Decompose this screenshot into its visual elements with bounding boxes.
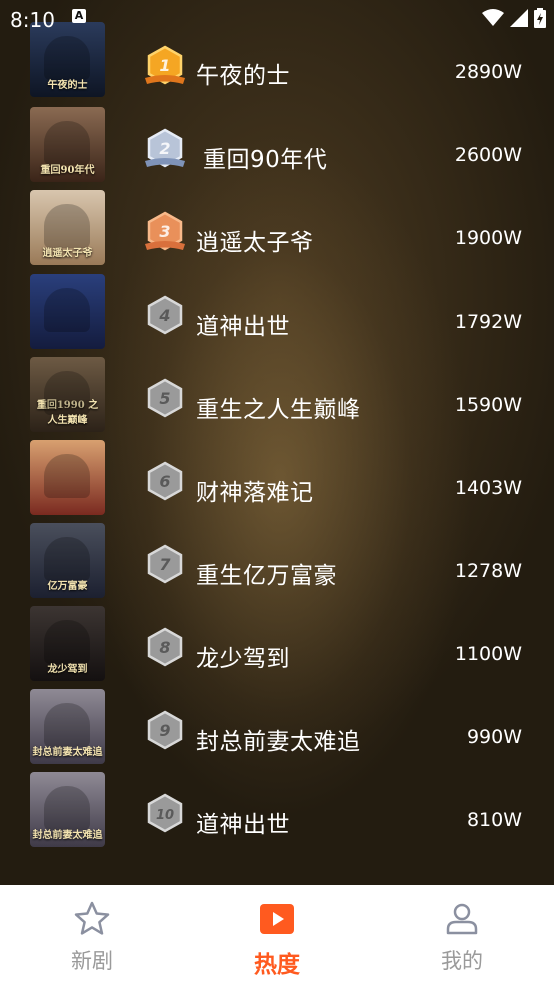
poster-figure: [44, 288, 90, 332]
drama-poster[interactable]: [30, 440, 105, 515]
rank-number: 5: [159, 389, 170, 408]
drama-title[interactable]: 封总前妻太难追: [196, 722, 361, 756]
user-icon: [446, 903, 478, 935]
drama-title[interactable]: 逍遥太子爷: [196, 223, 314, 257]
drama-poster[interactable]: 亿万富豪: [30, 523, 105, 598]
rank-number: 6: [159, 472, 170, 491]
poster-figure: [44, 537, 90, 581]
ranking-row[interactable]: 4 道神出世 1792W: [0, 274, 554, 363]
ranking-row[interactable]: 重回1990 之人生巅峰 5 重生之人生巅峰 1590W: [0, 357, 554, 446]
ranking-row[interactable]: 龙少驾到 8 龙少驾到 1100W: [0, 606, 554, 695]
ranking-row[interactable]: 6 财神落难记 1403W: [0, 440, 554, 529]
rank-badge-icon: 10: [147, 793, 183, 833]
tab-hot[interactable]: 热度: [185, 885, 369, 985]
tab-label-new: 新剧: [71, 949, 113, 973]
poster-figure: [44, 620, 90, 664]
drama-poster[interactable]: 重回1990 之人生巅峰: [30, 357, 105, 432]
drama-title[interactable]: 重回90年代: [203, 140, 327, 174]
poster-figure: [44, 371, 90, 415]
drama-title[interactable]: 重生之人生巅峰: [196, 390, 361, 424]
ranking-row[interactable]: 封总前妻太难追 10 道神出世 810W: [0, 772, 554, 861]
rank-number: 8: [159, 638, 170, 657]
ranking-row[interactable]: 重回90年代 2 重回90年代 2600W: [0, 107, 554, 196]
drama-title[interactable]: 道神出世: [196, 307, 290, 341]
rank-number: 9: [159, 721, 170, 740]
heat-value: 1278W: [454, 560, 522, 582]
status-bar: 8:10 A: [0, 0, 554, 40]
ranking-row[interactable]: 午夜的士 1 午夜的士 2890W: [0, 22, 554, 113]
drama-title[interactable]: 午夜的士: [196, 56, 290, 90]
heat-value: 2600W: [454, 144, 522, 166]
tab-label-hot: 热度: [254, 952, 300, 978]
tab-label-mine: 我的: [441, 949, 483, 973]
heat-value: 1792W: [454, 311, 522, 333]
drama-poster[interactable]: 逍遥太子爷: [30, 190, 105, 265]
status-icons: [482, 8, 546, 28]
rank-number: 7: [159, 555, 171, 574]
medal-badge-icon: 1: [145, 45, 185, 85]
battery-icon: [534, 8, 546, 28]
ranking-row[interactable]: 逍遥太子爷 3 逍遥太子爷 1900W: [0, 190, 554, 279]
heat-value: 1403W: [454, 477, 522, 499]
heat-value: 1100W: [454, 643, 522, 665]
drama-title[interactable]: 龙少驾到: [196, 639, 290, 673]
drama-poster[interactable]: 重回90年代: [30, 107, 105, 182]
poster-figure: [44, 454, 90, 498]
drama-title[interactable]: 道神出世: [196, 805, 290, 839]
play-icon: [260, 904, 294, 934]
heat-value: 1590W: [454, 394, 522, 416]
drama-poster[interactable]: 龙少驾到: [30, 606, 105, 681]
medal-badge-icon: 3: [145, 211, 185, 251]
signal-icon: [510, 9, 528, 27]
poster-figure: [44, 121, 90, 165]
tab-new-drama[interactable]: 新剧: [0, 885, 184, 985]
rank-badge-icon: 5: [147, 378, 183, 418]
ranking-row[interactable]: 亿万富豪 7 重生亿万富豪 1278W: [0, 523, 554, 612]
drama-poster[interactable]: [30, 274, 105, 349]
rank-badge-icon: 4: [147, 295, 183, 335]
medal-badge-icon: 2: [145, 128, 185, 168]
poster-figure: [44, 204, 90, 248]
poster-figure: [44, 786, 90, 830]
drama-poster[interactable]: 封总前妻太难追: [30, 689, 105, 764]
rank-badge-icon: 9: [147, 710, 183, 750]
star-icon: [74, 901, 110, 935]
tab-mine[interactable]: 我的: [370, 885, 554, 985]
rank-number: 4: [158, 306, 170, 325]
heat-value: 810W: [466, 809, 522, 831]
poster-figure: [44, 36, 90, 80]
drama-title[interactable]: 重生亿万富豪: [196, 556, 337, 590]
rank-number: 10: [156, 808, 174, 823]
rank-number: 3: [159, 222, 170, 241]
notification-icon: A: [72, 9, 86, 23]
ranking-row[interactable]: 封总前妻太难追 9 封总前妻太难追 990W: [0, 689, 554, 778]
rank-number: 1: [159, 56, 170, 75]
rank-badge-icon: 8: [147, 627, 183, 667]
rank-badge-icon: 6: [147, 461, 183, 501]
heat-value: 1900W: [454, 227, 522, 249]
drama-title[interactable]: 财神落难记: [196, 473, 314, 507]
poster-figure: [44, 703, 90, 747]
rank-badge-icon: 7: [147, 544, 183, 584]
wifi-icon: [482, 9, 504, 26]
heat-value: 990W: [466, 726, 522, 748]
heat-value: 2890W: [454, 61, 522, 83]
rank-number: 2: [159, 139, 170, 158]
bottom-tab-bar: 新剧 热度 我的: [0, 885, 554, 985]
status-time: 8:10: [10, 8, 55, 32]
drama-poster[interactable]: 封总前妻太难追: [30, 772, 105, 847]
